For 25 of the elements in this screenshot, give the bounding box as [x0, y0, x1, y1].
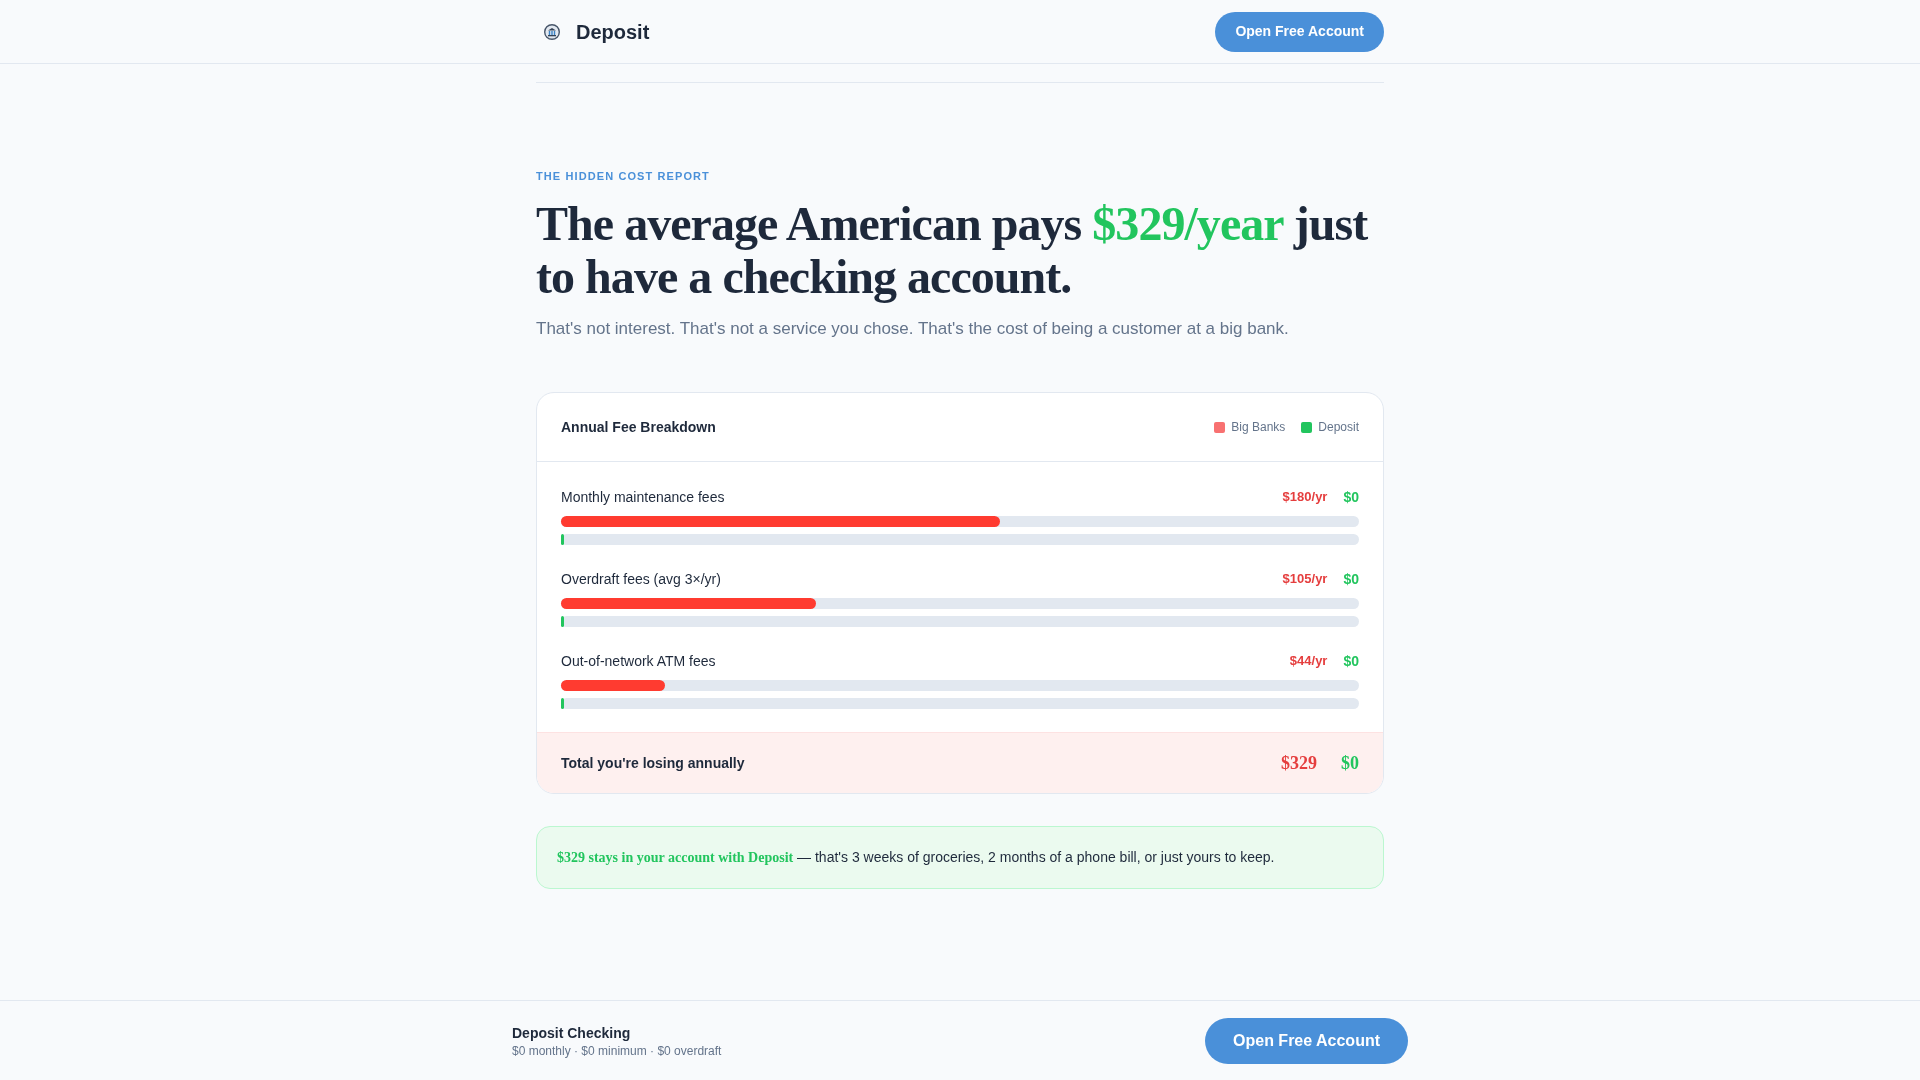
open-account-button[interactable]: Open Free Account [1215, 11, 1384, 52]
total-amount: $0 [1341, 753, 1359, 773]
subtitle: That's not interest. That's not a service you chose. That's the cost of being a customer at a big bank. [536, 318, 1290, 340]
total-amount: $329 [1281, 753, 1317, 773]
callout-text: $329 stays in your account with Deposit — that's 3 weeks of groceries, 2 months of a phone bill, or just yours to keep. [557, 848, 1276, 867]
legend-label: Deposit [1318, 419, 1359, 435]
card-title: Annual Fee Breakdown [561, 418, 716, 437]
fee-amount: $180/yr [1282, 488, 1328, 506]
fee-amount: $0 [1343, 570, 1359, 589]
fee-amount: $44/yr [1289, 652, 1328, 670]
fee-label: Monthly maintenance fees [561, 488, 725, 507]
eyebrow-label: THE HIDDEN COST REPORT [536, 169, 711, 184]
fee-amount: $105/yr [1282, 570, 1328, 588]
legend-label: Big Banks [1231, 419, 1286, 435]
product-details: $0 monthly · $0 minimum · $0 overdraft [512, 1042, 722, 1059]
brand-name: Deposit [576, 19, 650, 45]
total-label: Total you're losing annually [561, 754, 745, 773]
open-account-button[interactable]: Open Free Account [1205, 1017, 1408, 1064]
fee-label: Overdraft fees (avg 3×/yr) [561, 570, 721, 589]
logo-icon [544, 23, 560, 40]
product-name: Deposit Checking [512, 1023, 632, 1043]
fee-label: Out-of-network ATM fees [561, 652, 716, 671]
fee-amount: $0 [1343, 652, 1359, 671]
fee-amount: $0 [1343, 488, 1359, 507]
headline: The average American pays $329/year just to have a checking account. [536, 197, 1369, 303]
